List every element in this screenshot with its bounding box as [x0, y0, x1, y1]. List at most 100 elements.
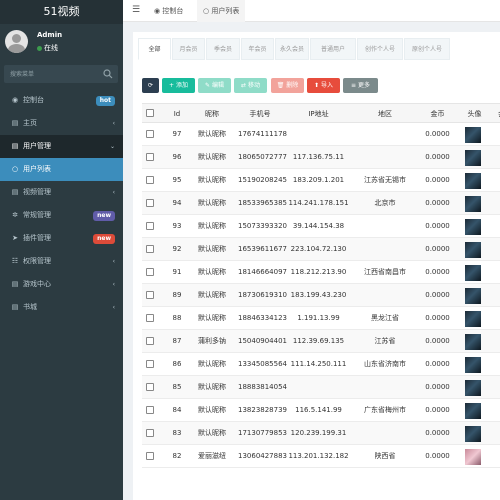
sidebar-item-label: 书城: [23, 303, 37, 311]
avatar[interactable]: [5, 30, 28, 53]
table-row[interactable]: 88 默认昵称 18846334123 1.191.13.99 黑龙江省 0.0000: [142, 307, 500, 330]
list-icon: ▤: [11, 142, 19, 150]
select-all-checkbox[interactable]: [146, 109, 154, 117]
sidebar-item-4[interactable]: ✲ 常规管理 new: [0, 204, 123, 227]
table-row[interactable]: 93 默认昵称 15073393320 39.144.154.38 0.0000: [142, 215, 500, 238]
avatar-thumbnail[interactable]: [465, 403, 481, 419]
cell-id: 95: [172, 176, 182, 184]
refresh-button[interactable]: ⟳: [142, 78, 159, 93]
cell-ip: 1.191.13.99: [297, 314, 340, 322]
row-checkbox[interactable]: [146, 291, 154, 299]
user-status-label: 在线: [44, 44, 58, 52]
cell-coins: 0.0000: [425, 314, 450, 322]
sidebar-item-8[interactable]: ▤ 书城 ‹: [0, 296, 123, 319]
row-checkbox[interactable]: [146, 130, 154, 138]
table-row[interactable]: 89 默认昵称 18730619310 183.199.43.230 0.0000: [142, 284, 500, 307]
tab-user-list[interactable]: ○ 用户列表: [197, 0, 246, 22]
avatar-thumbnail[interactable]: [465, 380, 481, 396]
avatar-thumbnail[interactable]: [465, 334, 481, 350]
sidebar-item-2[interactable]: ▤ 用户管理 ⌄: [0, 135, 123, 158]
table-row[interactable]: 95 默认昵称 15190208245 183.209.1.201 江苏省无锡市 0.00…: [142, 169, 500, 192]
search-input[interactable]: [10, 65, 100, 83]
sidebar-item-5[interactable]: ➤ 插件管理 new: [0, 227, 123, 250]
table-row[interactable]: 96 默认昵称 18065072777 117.136.75.11 0.0000: [142, 146, 500, 169]
table-row[interactable]: 83 默认昵称 17130779853 120.239.199.31 0.0000: [142, 422, 500, 445]
avatar-thumbnail[interactable]: [465, 288, 481, 304]
filter-tab-5[interactable]: 普通用户: [310, 38, 356, 60]
cell-nick: 默认昵称: [198, 314, 226, 322]
avatar-thumbnail[interactable]: [465, 449, 481, 465]
filter-tab-3[interactable]: 年会员: [241, 38, 274, 60]
avatar-thumbnail[interactable]: [465, 426, 481, 442]
table-row[interactable]: 84 默认昵称 13823828739 116.5.141.99 广东省梅州市 0.000…: [142, 399, 500, 422]
cell-coins: 0.0000: [425, 337, 450, 345]
row-checkbox[interactable]: [146, 383, 154, 391]
cell-nick: 默认昵称: [198, 222, 226, 230]
row-checkbox[interactable]: [146, 153, 154, 161]
sidebar-subitem-user-list[interactable]: ○ 用户列表: [0, 158, 123, 181]
column-header-2[interactable]: 手机号: [238, 104, 282, 124]
tab-user-list-label: 用户列表: [211, 7, 240, 15]
column-header-5[interactable]: 金币: [415, 104, 460, 124]
edit-button[interactable]: ✎ 编辑: [198, 78, 231, 93]
row-checkbox[interactable]: [146, 429, 154, 437]
search-icon[interactable]: [103, 69, 113, 79]
table-row[interactable]: 82 爱丽滋纽 13060427883 113.201.132.182 陕西省 0.000…: [142, 445, 500, 468]
delete-button[interactable]: 🗑 删除: [271, 78, 304, 93]
avatar-thumbnail[interactable]: [465, 311, 481, 327]
sidebar-item-6[interactable]: ☷ 权限管理 ‹: [0, 250, 123, 273]
user-status: 在线: [37, 43, 58, 53]
filter-tab-6[interactable]: 创作个人号: [357, 38, 403, 60]
row-checkbox[interactable]: [146, 245, 154, 253]
table-row[interactable]: 97 默认昵称 17674111178 0.0000: [142, 123, 500, 146]
avatar-thumbnail[interactable]: [465, 150, 481, 166]
sidebar-item-3[interactable]: ▤ 视频管理 ‹: [0, 181, 123, 204]
move-button[interactable]: ⇄ 移动: [234, 78, 267, 93]
column-header-7[interactable]: 会: [489, 104, 500, 124]
row-checkbox[interactable]: [146, 176, 154, 184]
add-button[interactable]: + 添加: [162, 78, 195, 93]
cell-region: 江西省南昌市: [364, 268, 406, 276]
tab-dashboard[interactable]: ◉ 控制台: [148, 0, 189, 22]
sidebar-item-0[interactable]: ◉ 控制台 hot: [0, 89, 123, 112]
row-checkbox[interactable]: [146, 222, 154, 230]
column-header-6[interactable]: 头像: [460, 104, 489, 124]
table-row[interactable]: 86 默认昵称 13345085564 111.14.250.111 山东省济南市 0.0…: [142, 353, 500, 376]
avatar-thumbnail[interactable]: [465, 196, 481, 212]
row-checkbox[interactable]: [146, 406, 154, 414]
avatar-thumbnail[interactable]: [465, 242, 481, 258]
sidebar-item-1[interactable]: ▤ 主页 ‹: [0, 112, 123, 135]
row-checkbox[interactable]: [146, 360, 154, 368]
filter-tab-0[interactable]: 全部: [138, 38, 171, 60]
import-button[interactable]: ⬆ 导入: [307, 78, 340, 93]
avatar-thumbnail[interactable]: [465, 173, 481, 189]
menu-toggle-icon[interactable]: ☰: [132, 5, 140, 15]
sidebar-item-7[interactable]: ▤ 游戏中心 ‹: [0, 273, 123, 296]
table-row[interactable]: 92 默认昵称 16539611677 223.104.72.130 0.0000: [142, 238, 500, 261]
app-logo[interactable]: 51视频: [0, 0, 123, 24]
row-checkbox[interactable]: [146, 337, 154, 345]
filter-tab-7[interactable]: 原创个人号: [404, 38, 450, 60]
table-row[interactable]: 85 默认昵称 18883814054 0.0000: [142, 376, 500, 399]
chevron-left-icon: ‹: [112, 258, 115, 265]
column-header-3[interactable]: IP地址: [282, 104, 355, 124]
row-checkbox[interactable]: [146, 199, 154, 207]
filter-tab-2[interactable]: 季会员: [206, 38, 240, 60]
column-header-1[interactable]: 昵称: [186, 104, 238, 124]
row-checkbox[interactable]: [146, 452, 154, 460]
avatar-thumbnail[interactable]: [465, 219, 481, 235]
column-header-0[interactable]: Id: [168, 104, 186, 124]
row-checkbox[interactable]: [146, 268, 154, 276]
filter-tab-1[interactable]: 月会员: [172, 38, 205, 60]
column-header-4[interactable]: 地区: [355, 104, 415, 124]
filter-tab-4[interactable]: 永久会员: [275, 38, 309, 60]
table-row[interactable]: 91 默认昵称 18146664097 118.212.213.90 江西省南昌市 0.0…: [142, 261, 500, 284]
avatar-thumbnail[interactable]: [465, 127, 481, 143]
more-button[interactable]: ≡ 更多: [343, 78, 378, 93]
row-checkbox[interactable]: [146, 314, 154, 322]
table-row[interactable]: 94 默认昵称 18533965385 114.241.178.151 北京市 0.000…: [142, 192, 500, 215]
avatar-thumbnail[interactable]: [465, 357, 481, 373]
sidebar-badge: hot: [95, 96, 115, 106]
avatar-thumbnail[interactable]: [465, 265, 481, 281]
table-row[interactable]: 87 蒲利多钠 15040904401 112.39.69.135 江苏省 0.0000: [142, 330, 500, 353]
